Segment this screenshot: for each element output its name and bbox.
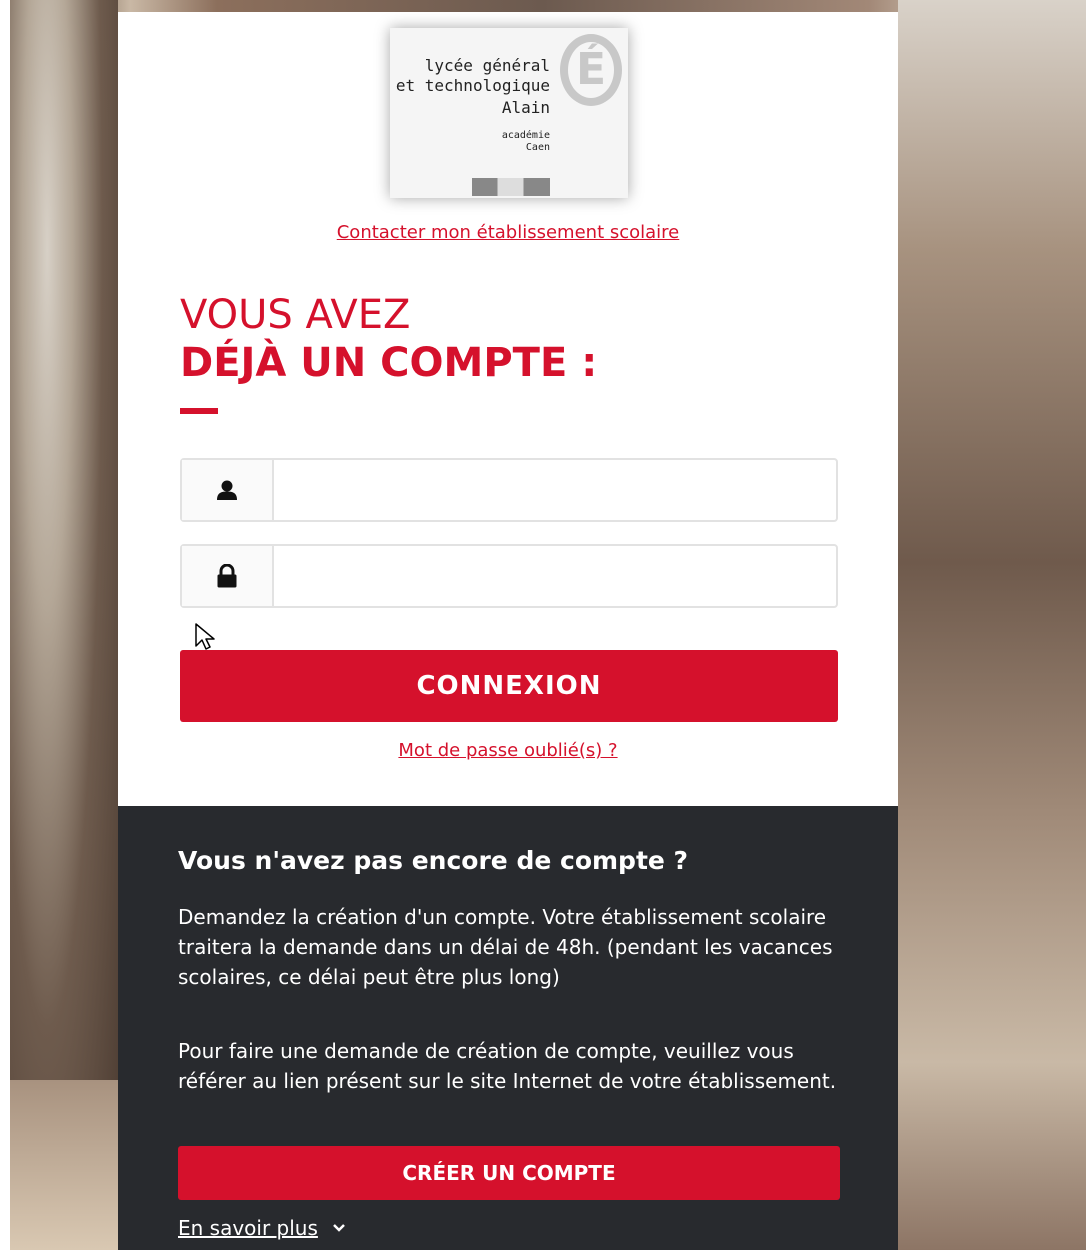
logo-line-4: académie xyxy=(501,130,550,141)
republic-flag-icon xyxy=(472,178,550,196)
username-field-group xyxy=(180,458,838,522)
logo-line-2: et technologique xyxy=(395,76,550,95)
username-addon xyxy=(182,460,274,520)
learn-more-label: En savoir plus xyxy=(178,1216,318,1240)
password-addon xyxy=(182,546,274,606)
login-title-line-2: DÉJÀ UN COMPTE : xyxy=(180,340,598,386)
background-photo-right xyxy=(898,0,1086,1250)
forgot-password-link[interactable]: Mot de passe oublié(s) ? xyxy=(118,740,898,761)
mouse-cursor-icon xyxy=(195,623,215,650)
signup-description: Demandez la création d'un compte. Votre … xyxy=(178,905,833,989)
logo-line-5: Caen xyxy=(525,142,550,153)
logo-academy: académie Caen xyxy=(502,130,550,154)
background-edge xyxy=(0,0,10,1250)
contact-school-link[interactable]: Contacter mon établissement scolaire xyxy=(118,222,898,243)
login-title-line-1: VOUS AVEZ xyxy=(180,292,411,338)
background-photo-left xyxy=(0,0,118,1250)
title-underline-decoration xyxy=(180,408,218,414)
lock-icon xyxy=(217,564,237,588)
signup-title: Vous n'avez pas encore de compte ? xyxy=(178,846,689,875)
password-input[interactable] xyxy=(276,546,836,606)
login-card: É lycée général et technologique Alain a… xyxy=(118,12,898,1250)
logo-line-1: lycée général xyxy=(424,56,550,75)
signup-panel: Vous n'avez pas encore de compte ? Deman… xyxy=(118,806,898,1250)
school-logo: É lycée général et technologique Alain a… xyxy=(390,28,628,198)
background-photo-bottom-left xyxy=(0,1080,118,1250)
chevron-down-icon xyxy=(333,1224,345,1232)
username-input[interactable] xyxy=(276,460,836,520)
education-e-logo-icon: É xyxy=(560,34,622,106)
learn-more-link[interactable]: En savoir plus xyxy=(178,1216,346,1240)
signup-instructions: Pour faire une demande de création de co… xyxy=(178,1039,837,1093)
login-button[interactable]: CONNEXION xyxy=(180,650,838,722)
logo-line-3: Alain xyxy=(501,98,550,117)
user-icon xyxy=(217,480,237,500)
password-field-group xyxy=(180,544,838,608)
create-account-button[interactable]: CRÉER UN COMPTE xyxy=(178,1146,840,1200)
